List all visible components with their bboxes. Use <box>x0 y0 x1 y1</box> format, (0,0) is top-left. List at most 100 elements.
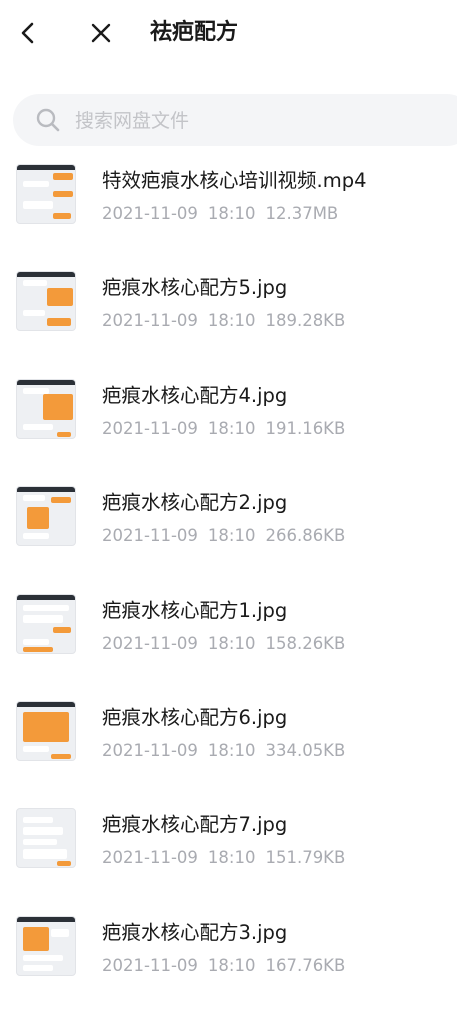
thumbnail-status-bar <box>17 916 75 922</box>
file-row[interactable]: 疤痕水核心配方6.jpg 2021-11-09 18:10 334.05KB <box>0 697 457 804</box>
file-row[interactable]: 疤痕水核心配方3.jpg 2021-11-09 18:10 167.76KB <box>0 912 457 1019</box>
file-name: 特效疤痕水核心培训视频.mp4 <box>102 169 367 192</box>
file-time: 18:10 <box>207 311 256 331</box>
file-time: 18:10 <box>207 740 256 760</box>
file-thumbnail <box>16 486 76 547</box>
file-name: 疤痕水核心配方6.jpg <box>102 705 288 729</box>
file-meta: 2021-11-09 18:10 167.76KB <box>102 954 355 978</box>
thumbnail-chat-bubble <box>53 213 71 219</box>
file-name: 疤痕水核心配方2.jpg <box>102 491 288 515</box>
file-date: 2021-11-09 <box>102 526 198 546</box>
file-name: 疤痕水核心配方5.jpg <box>102 276 288 300</box>
thumbnail-status-bar <box>17 379 75 385</box>
thumbnail-chat-bubble <box>23 646 53 652</box>
thumbnail-chat-bubble <box>47 288 73 307</box>
thumbnail-chat-bubble <box>23 533 49 540</box>
file-size: 191.16KB <box>265 418 346 438</box>
close-button[interactable] <box>84 16 118 50</box>
file-date: 2021-11-09 <box>102 848 198 868</box>
file-size: 189.28KB <box>265 311 346 331</box>
thumbnail-chat-bubble <box>23 387 49 394</box>
file-time: 18:10 <box>207 204 256 223</box>
top-bar: 祛疤配方 <box>0 0 457 70</box>
file-date: 2021-11-09 <box>102 204 198 223</box>
thumbnail-chat-bubble <box>23 310 45 317</box>
thumbnail-chat-bubble <box>23 181 49 187</box>
thumbnail-chat-bubble <box>23 604 69 611</box>
thumbnail-chat-bubble <box>23 614 63 623</box>
thumbnail-chat-bubble <box>23 280 47 287</box>
file-thumbnail <box>16 164 76 224</box>
thumbnail-chat-bubble <box>23 711 69 742</box>
thumbnail-chat-bubble <box>23 423 53 430</box>
thumbnail-chat-bubble <box>23 745 49 752</box>
search-input[interactable] <box>73 94 437 148</box>
file-size: 334.05KB <box>265 740 346 760</box>
thumbnail-chat-bubble <box>53 191 73 197</box>
file-time: 18:10 <box>207 955 256 975</box>
thumbnail-chat-bubble <box>23 926 49 951</box>
file-size: 151.79KB <box>265 848 346 868</box>
close-icon <box>91 23 111 43</box>
file-list: 特效疤痕水核心培训视频.mp4 2021-11-09 18:10 12.37MB 疤… <box>0 160 457 1019</box>
file-date: 2021-11-09 <box>102 418 198 438</box>
file-row[interactable]: 疤痕水核心配方7.jpg 2021-11-09 18:10 151.79KB <box>0 804 457 911</box>
file-thumbnail <box>16 808 76 869</box>
file-row[interactable]: 疤痕水核心配方2.jpg 2021-11-09 18:10 266.86KB <box>0 482 457 589</box>
file-meta: 2021-11-09 18:10 12.37MB <box>102 202 348 226</box>
thumbnail-chat-bubble <box>23 954 63 961</box>
thumbnail-chat-bubble <box>51 497 71 504</box>
file-row[interactable]: 疤痕水核心配方4.jpg 2021-11-09 18:10 191.16KB <box>0 375 457 482</box>
thumbnail-chat-bubble <box>47 318 71 327</box>
file-date: 2021-11-09 <box>102 740 198 760</box>
file-name: 疤痕水核心配方3.jpg <box>102 920 288 944</box>
page-title: 祛疤配方 <box>150 20 239 45</box>
thumbnail-chat-bubble <box>53 173 73 180</box>
file-thumbnail <box>16 378 76 439</box>
thumbnail-chat-bubble <box>27 507 49 530</box>
file-row-video[interactable]: 特效疤痕水核心培训视频.mp4 2021-11-09 18:10 12.37MB <box>0 160 457 267</box>
thumbnail-status-bar <box>17 487 75 493</box>
file-time: 18:10 <box>207 418 256 438</box>
file-name: 疤痕水核心配方7.jpg <box>102 813 288 837</box>
file-thumbnail <box>16 271 76 332</box>
file-thumbnail <box>16 593 76 654</box>
file-meta: 2021-11-09 18:10 151.79KB <box>102 846 355 870</box>
back-button[interactable] <box>11 16 45 50</box>
file-row[interactable]: 疤痕水核心配方1.jpg 2021-11-09 18:10 158.26KB <box>0 590 457 697</box>
file-size: 158.26KB <box>265 633 346 653</box>
thumbnail-status-bar <box>17 594 75 600</box>
file-meta: 2021-11-09 18:10 189.28KB <box>102 309 355 333</box>
file-time: 18:10 <box>207 526 256 546</box>
thumbnail-chat-bubble <box>23 495 45 502</box>
file-row[interactable]: 疤痕水核心配方5.jpg 2021-11-09 18:10 189.28KB <box>0 267 457 374</box>
file-date: 2021-11-09 <box>102 633 198 653</box>
file-size: 266.86KB <box>265 526 346 546</box>
chevron-left-icon <box>21 22 34 44</box>
thumbnail-chat-bubble <box>57 431 71 437</box>
thumbnail-chat-bubble <box>43 393 73 420</box>
thumbnail-chat-bubble <box>51 753 71 759</box>
file-thumbnail <box>16 915 76 976</box>
search-bar[interactable] <box>13 94 457 148</box>
thumbnail-chat-bubble <box>57 861 71 867</box>
thumbnail-status-bar <box>17 272 75 278</box>
thumbnail-status-bar <box>17 165 75 170</box>
file-meta: 2021-11-09 18:10 266.86KB <box>102 524 355 548</box>
file-meta: 2021-11-09 18:10 334.05KB <box>102 739 355 763</box>
thumbnail-status-bar <box>17 701 75 707</box>
file-size: 167.76KB <box>265 955 346 975</box>
thumbnail-chat-bubble <box>23 839 57 846</box>
search-icon <box>36 108 60 132</box>
file-date: 2021-11-09 <box>102 311 198 331</box>
file-meta: 2021-11-09 18:10 191.16KB <box>102 417 355 441</box>
thumbnail-chat-bubble <box>23 638 49 645</box>
file-time: 18:10 <box>207 848 256 868</box>
thumbnail-chat-bubble <box>23 817 53 824</box>
thumbnail-chat-bubble <box>53 626 71 633</box>
thumbnail-chat-bubble <box>23 849 67 860</box>
thumbnail-chat-bubble <box>51 928 69 937</box>
file-name: 疤痕水核心配方4.jpg <box>102 383 288 407</box>
thumbnail-chat-bubble <box>23 827 63 836</box>
file-size: 12.37MB <box>265 204 339 223</box>
